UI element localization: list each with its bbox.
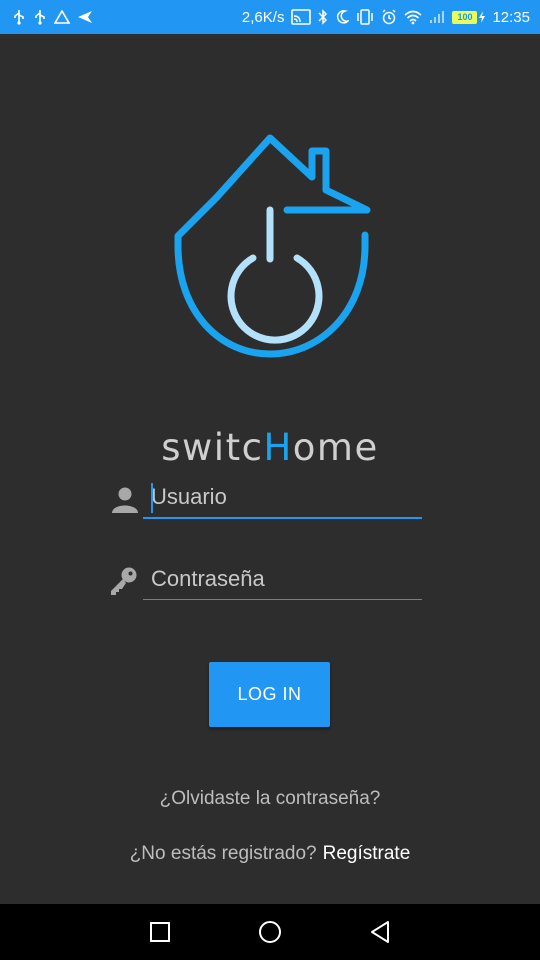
bluetooth-icon xyxy=(318,9,328,25)
cast-icon xyxy=(291,9,312,25)
app-name-part2: ome xyxy=(292,426,379,469)
navigation-bar xyxy=(0,904,540,960)
username-field xyxy=(108,477,422,521)
recents-icon[interactable] xyxy=(148,920,172,944)
status-left xyxy=(12,9,93,25)
clock: 12:35 xyxy=(492,8,530,26)
wifi-icon xyxy=(404,10,422,25)
register-question: ¿No estás registrado? xyxy=(129,843,317,864)
register-row: ¿No estás registrado? Regístrate xyxy=(0,843,540,865)
register-link[interactable]: Regístrate xyxy=(323,843,411,864)
signal-icon xyxy=(429,10,445,24)
password-input[interactable] xyxy=(143,558,422,600)
login-screen: switcHome LOG IN ¿Olvidaste la contraseñ… xyxy=(0,34,540,904)
password-field xyxy=(108,558,422,602)
usb-icon xyxy=(12,9,26,25)
usb-icon xyxy=(33,9,47,25)
back-icon[interactable] xyxy=(368,920,392,944)
key-icon xyxy=(111,567,137,595)
home-icon[interactable] xyxy=(258,920,282,944)
username-input[interactable] xyxy=(143,477,422,519)
moon-icon xyxy=(335,9,350,25)
alert-icon xyxy=(54,10,70,24)
text-caret xyxy=(151,483,153,513)
alarm-icon xyxy=(381,9,397,25)
send-icon xyxy=(77,10,93,24)
app-name-part1: switc xyxy=(161,426,264,469)
status-bar: 2,6K/s 100 12:35 xyxy=(0,0,540,34)
app-name: switcHome xyxy=(0,426,540,469)
user-icon xyxy=(112,487,138,513)
network-speed: 2,6K/s xyxy=(241,8,285,26)
switchome-logo-icon xyxy=(174,134,371,358)
status-right: 2,6K/s 100 12:35 xyxy=(242,9,530,26)
login-button[interactable]: LOG IN xyxy=(209,662,330,727)
battery-icon: 100 xyxy=(452,10,478,24)
app-name-accent: H xyxy=(263,426,293,469)
charging-icon xyxy=(479,11,486,23)
forgot-password-link[interactable]: ¿Olvidaste la contraseña? xyxy=(0,788,540,810)
vibrate-icon xyxy=(356,9,374,25)
